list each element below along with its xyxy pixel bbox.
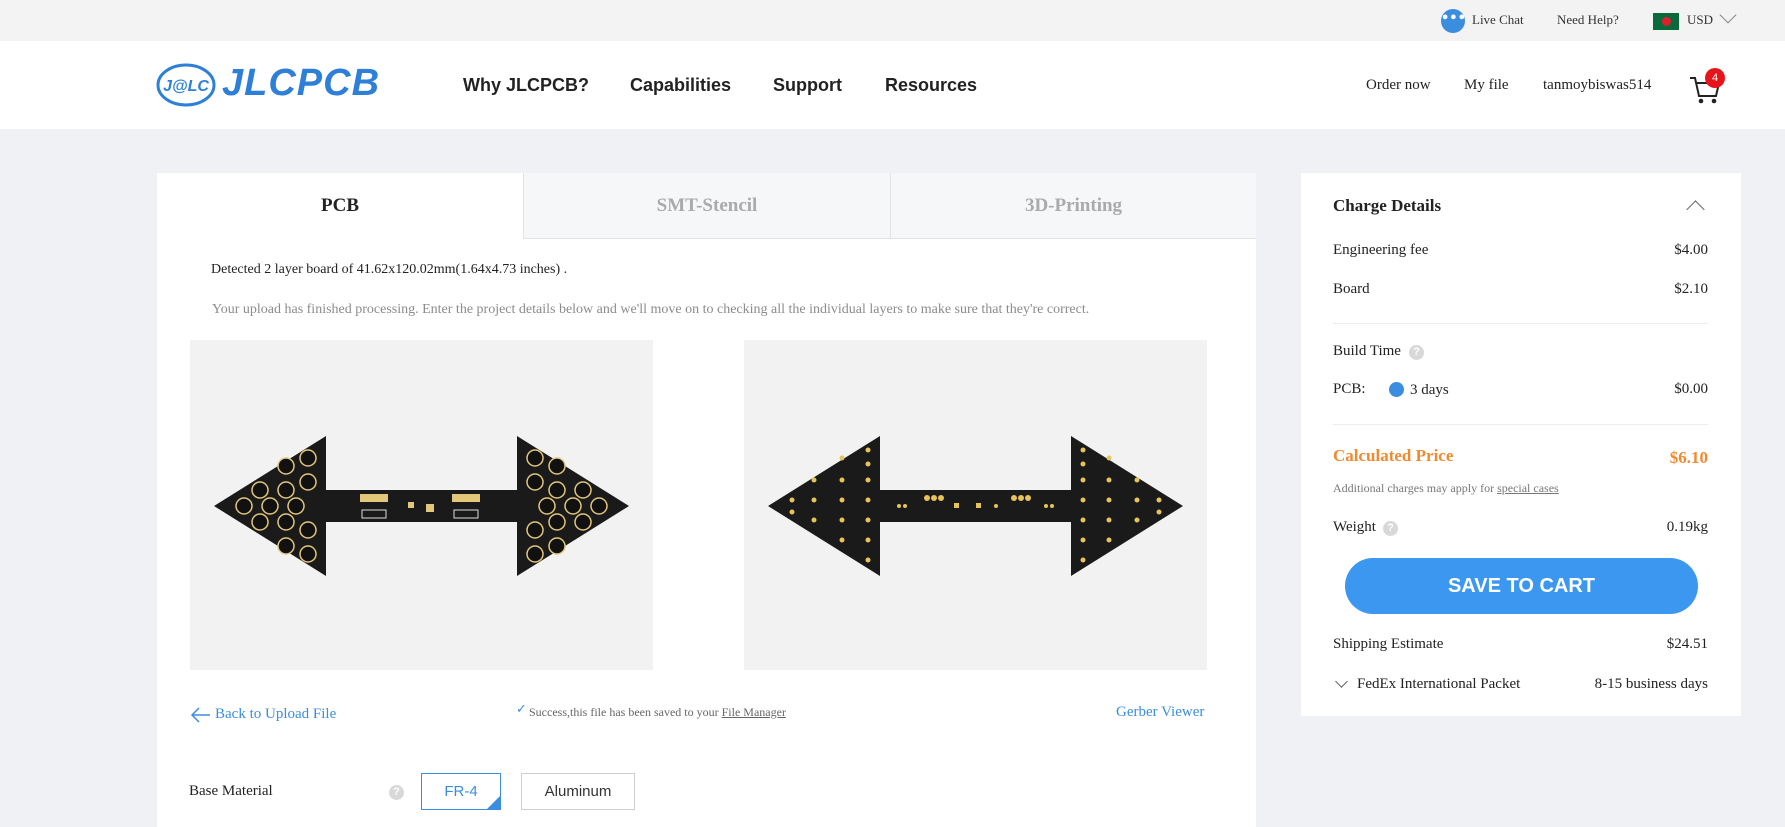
shipping-estimate-label: Shipping Estimate (1333, 636, 1444, 652)
nav-why-jlcpcb[interactable]: Why JLCPCB? (463, 75, 589, 96)
help-icon[interactable]: ? (1409, 345, 1424, 360)
save-to-cart-button[interactable]: SAVE TO CART (1345, 558, 1698, 614)
tab-3d-printing[interactable]: 3D-Printing (890, 173, 1256, 239)
product-tabs: PCB SMT-Stencil 3D-Printing (157, 173, 1256, 239)
nav-support[interactable]: Support (773, 75, 842, 96)
board-label: Board (1333, 281, 1370, 297)
build-time-label: Build Time (1333, 343, 1401, 359)
back-to-upload-link[interactable]: Back to Upload File (215, 706, 336, 723)
engineering-fee-label: Engineering fee (1333, 242, 1429, 258)
pcb-top-preview[interactable] (190, 340, 653, 670)
build-time-radio[interactable] (1389, 382, 1404, 397)
upload-status-note: Your upload has finished processing. Ent… (212, 302, 1090, 317)
checkmark-icon: ✓ (516, 702, 527, 717)
live-chat-link[interactable]: Live Chat (1472, 12, 1524, 28)
additional-charges-note: Additional charges may apply for special… (1333, 481, 1559, 496)
tab-smt-stencil[interactable]: SMT-Stencil (523, 173, 890, 239)
board-value: $2.10 (1674, 281, 1708, 297)
nav-capabilities[interactable]: Capabilities (630, 75, 731, 96)
currency-selector[interactable]: USD (1687, 12, 1713, 28)
shipping-time: 8-15 business days (1594, 676, 1708, 692)
jlc-logo-icon[interactable]: J@LC (156, 61, 216, 109)
pcb-build-label: PCB: (1333, 381, 1366, 397)
success-prefix: Success,this file has been saved to your (529, 705, 722, 719)
pcb-bottom-preview[interactable] (744, 340, 1207, 670)
shipping-estimate-value: $24.51 (1666, 636, 1708, 652)
my-file-link[interactable]: My file (1464, 77, 1509, 94)
charge-details-title: Charge Details (1333, 196, 1442, 215)
calculated-price-label: Calculated Price (1333, 446, 1454, 465)
nav-resources[interactable]: Resources (885, 75, 977, 96)
logo-wordmark[interactable]: JLCPCB (222, 62, 380, 105)
option-fr4[interactable]: FR-4 (421, 773, 501, 810)
cart-count-badge: 4 (1705, 68, 1725, 88)
weight-value: 0.19kg (1666, 519, 1708, 535)
pcb-build-price: $0.00 (1674, 381, 1708, 397)
weight-label: Weight (1333, 519, 1376, 535)
chat-dots-icon[interactable]: ••• (1441, 9, 1466, 33)
order-now-link[interactable]: Order now (1366, 77, 1431, 94)
tab-pcb[interactable]: PCB (157, 173, 523, 239)
arrow-left-icon[interactable] (190, 706, 212, 724)
username-link[interactable]: tanmoybiswas514 (1543, 77, 1651, 94)
file-manager-link[interactable]: File Manager (722, 705, 786, 719)
option-aluminum[interactable]: Aluminum (521, 773, 635, 810)
divider (1333, 323, 1708, 324)
gerber-viewer-link[interactable]: Gerber Viewer (1116, 704, 1204, 721)
additional-charges-text: Additional charges may apply for (1333, 481, 1498, 495)
divider (1333, 424, 1708, 425)
base-material-label: Base Material (189, 783, 273, 799)
pcb-days: 3 days (1410, 382, 1449, 398)
shipping-method[interactable]: FedEx International Packet (1357, 676, 1520, 693)
save-success-message: Success,this file has been saved to your… (529, 705, 786, 720)
special-cases-link[interactable]: special cases (1497, 481, 1559, 495)
calculated-price-value: $6.10 (1669, 448, 1708, 467)
help-icon[interactable]: ? (1383, 521, 1398, 536)
need-help-link[interactable]: Need Help? (1557, 12, 1619, 28)
bangladesh-flag-icon (1653, 13, 1679, 30)
help-icon[interactable]: ? (389, 785, 404, 800)
engineering-fee-value: $4.00 (1674, 242, 1708, 258)
logo-mark-text: J@LC (163, 78, 209, 95)
detected-board-info: Detected 2 layer board of 41.62x120.02mm… (211, 262, 568, 277)
